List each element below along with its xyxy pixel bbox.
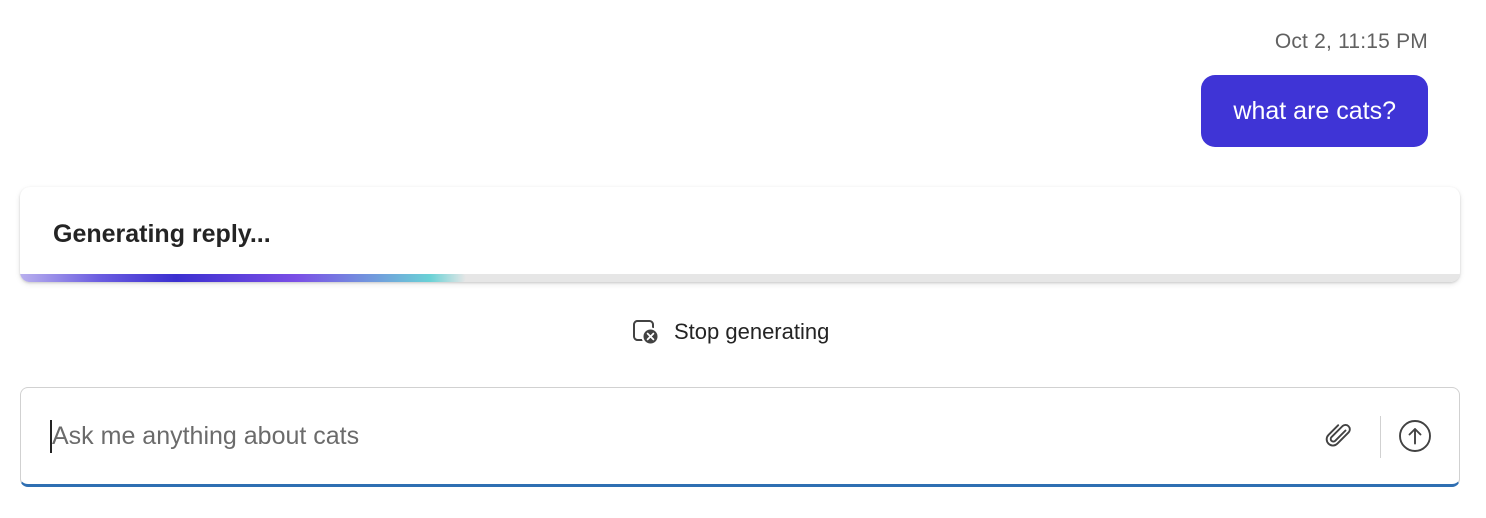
arrow-up-circle-icon: [1398, 419, 1432, 458]
stop-generating-button[interactable]: Stop generating: [632, 315, 829, 349]
message-timestamp: Oct 2, 11:15 PM: [1274, 30, 1428, 53]
chat-page: Oct 2, 11:15 PM what are cats? Generatin…: [0, 0, 1486, 518]
stop-generating-label: Stop generating: [674, 319, 830, 344]
progress-track: [20, 274, 1460, 282]
paperclip-icon: [1324, 421, 1354, 456]
send-button[interactable]: [1397, 419, 1433, 458]
generating-status: Generating reply...: [53, 220, 271, 248]
user-message-text: what are cats?: [1233, 96, 1396, 125]
user-message-bubble: what are cats?: [1201, 75, 1428, 147]
composer-divider: [1380, 416, 1381, 458]
stop-generating-icon: [632, 318, 660, 346]
attach-button[interactable]: [1321, 420, 1357, 456]
chat-input[interactable]: [52, 410, 1302, 462]
progress-fill: [20, 274, 467, 282]
reply-card: Generating reply...: [20, 187, 1460, 282]
chat-composer: [20, 387, 1460, 487]
